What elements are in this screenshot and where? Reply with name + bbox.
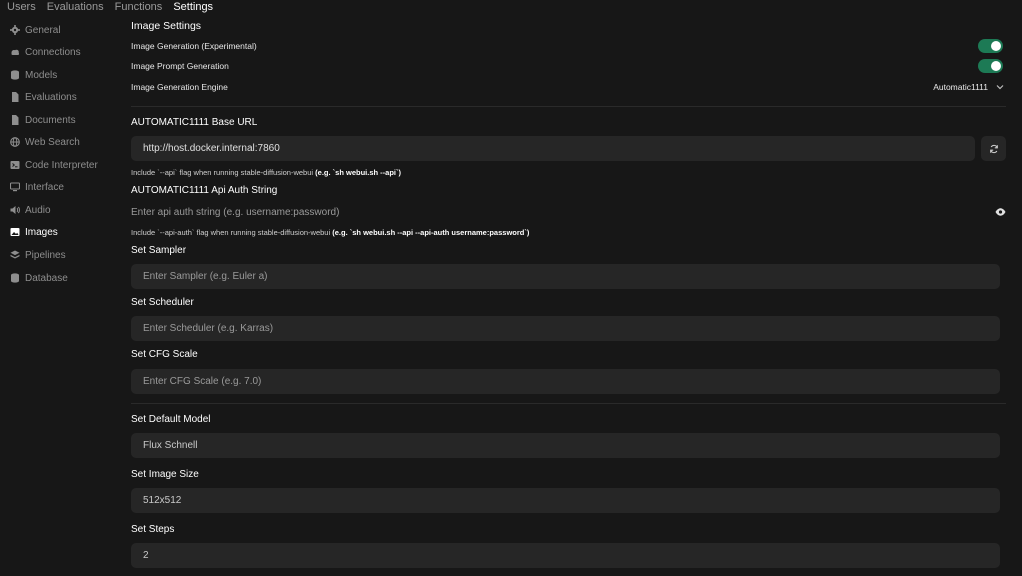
sidebar-item-database[interactable]: Database bbox=[9, 270, 68, 286]
sampler-label: Set Sampler bbox=[131, 245, 187, 256]
image-generation-toggle[interactable] bbox=[978, 39, 1003, 53]
sidebar-item-label: Pipelines bbox=[25, 249, 66, 261]
sidebar-item-code-interpreter[interactable]: Code Interpreter bbox=[9, 157, 98, 173]
refresh-icon bbox=[989, 144, 998, 153]
sidebar-item-web-search[interactable]: Web Search bbox=[9, 134, 80, 150]
sidebar-item-documents[interactable]: Documents bbox=[9, 112, 76, 128]
sidebar-item-general[interactable]: General bbox=[9, 22, 61, 38]
default-model-input[interactable]: Flux Schnell bbox=[131, 433, 1000, 458]
sidebar-item-models[interactable]: Models bbox=[9, 67, 57, 83]
sidebar-item-connections[interactable]: Connections bbox=[9, 44, 81, 60]
divider bbox=[131, 106, 1006, 107]
scheduler-input[interactable]: Enter Scheduler (e.g. Karras) bbox=[131, 316, 1000, 341]
sidebar-item-pipelines[interactable]: Pipelines bbox=[9, 247, 66, 263]
sidebar-item-label: Evaluations bbox=[25, 91, 77, 103]
sidebar-item-label: Web Search bbox=[25, 136, 80, 148]
sidebar-item-label: Connections bbox=[25, 46, 81, 58]
image-size-label: Set Image Size bbox=[131, 469, 199, 480]
refresh-button[interactable] bbox=[981, 136, 1006, 161]
eye-icon[interactable] bbox=[994, 206, 1006, 218]
image-icon bbox=[9, 227, 20, 238]
image-prompt-generation-toggle[interactable] bbox=[978, 59, 1003, 73]
steps-label: Set Steps bbox=[131, 524, 175, 535]
sidebar-item-label: Audio bbox=[25, 204, 51, 216]
sidebar-item-label: Images bbox=[25, 226, 58, 238]
document-icon bbox=[9, 115, 20, 126]
engine-select[interactable]: Automatic1111 bbox=[933, 82, 1004, 92]
hint-text: Include `--api` flag when running stable… bbox=[131, 168, 314, 177]
database-icon bbox=[9, 273, 20, 284]
tab-users[interactable]: Users bbox=[7, 0, 36, 16]
database-icon bbox=[9, 70, 20, 81]
image-prompt-generation-label: Image Prompt Generation bbox=[131, 61, 229, 71]
toggle-knob bbox=[991, 61, 1001, 71]
hint-example: (e.g. `sh webui.sh --api --api-auth user… bbox=[332, 228, 530, 237]
divider bbox=[131, 403, 1006, 404]
engine-value: Automatic1111 bbox=[933, 82, 988, 92]
section-title: Image Settings bbox=[131, 20, 202, 32]
scheduler-label: Set Scheduler bbox=[131, 297, 194, 308]
auth-label: AUTOMATIC1111 Api Auth String bbox=[131, 185, 278, 196]
terminal-icon bbox=[9, 160, 20, 171]
hint-text: Include `--api-auth` flag when running s… bbox=[131, 228, 331, 237]
sidebar-item-evaluations[interactable]: Evaluations bbox=[9, 89, 77, 105]
sidebar-item-audio[interactable]: Audio bbox=[9, 202, 51, 218]
sampler-input[interactable]: Enter Sampler (e.g. Euler a) bbox=[131, 264, 1000, 289]
sidebar-item-label: Interface bbox=[25, 181, 64, 193]
cfg-scale-label: Set CFG Scale bbox=[131, 349, 198, 360]
auth-hint: Include `--api-auth` flag when running s… bbox=[131, 228, 529, 237]
speaker-icon bbox=[9, 205, 20, 216]
sidebar-item-label: Code Interpreter bbox=[25, 159, 98, 171]
tab-evaluations[interactable]: Evaluations bbox=[47, 0, 104, 16]
cfg-scale-input[interactable]: Enter CFG Scale (e.g. 7.0) bbox=[131, 369, 1000, 394]
sidebar-item-label: Models bbox=[25, 69, 58, 81]
sidebar-item-label: Documents bbox=[25, 114, 76, 126]
hint-example: (e.g. `sh webui.sh --api`) bbox=[315, 168, 401, 177]
base-url-input[interactable]: http://host.docker.internal:7860 bbox=[131, 136, 975, 161]
steps-input[interactable]: 2 bbox=[131, 543, 1000, 568]
gear-icon bbox=[9, 25, 20, 36]
chevron-down-icon bbox=[996, 82, 1004, 92]
layers-icon bbox=[9, 250, 20, 261]
image-size-input[interactable]: 512x512 bbox=[131, 488, 1000, 513]
sidebar-item-interface[interactable]: Interface bbox=[9, 179, 64, 195]
document-icon bbox=[9, 92, 20, 103]
sidebar-item-images[interactable]: Images bbox=[9, 224, 58, 240]
base-url-label: AUTOMATIC1111 Base URL bbox=[131, 117, 258, 128]
sidebar-item-label: Database bbox=[25, 272, 68, 284]
monitor-icon bbox=[9, 182, 20, 193]
sidebar-item-label: General bbox=[25, 24, 61, 36]
globe-icon bbox=[9, 137, 20, 148]
default-model-label: Set Default Model bbox=[131, 414, 211, 425]
base-url-hint: Include `--api` flag when running stable… bbox=[131, 168, 401, 177]
cloud-icon bbox=[9, 47, 20, 58]
engine-label: Image Generation Engine bbox=[131, 82, 228, 92]
image-generation-label: Image Generation (Experimental) bbox=[131, 41, 257, 51]
auth-input[interactable]: Enter api auth string (e.g. username:pas… bbox=[131, 200, 986, 225]
image-settings-panel: Image Settings Image Generation (Experim… bbox=[131, 0, 1006, 576]
toggle-knob bbox=[991, 41, 1001, 51]
